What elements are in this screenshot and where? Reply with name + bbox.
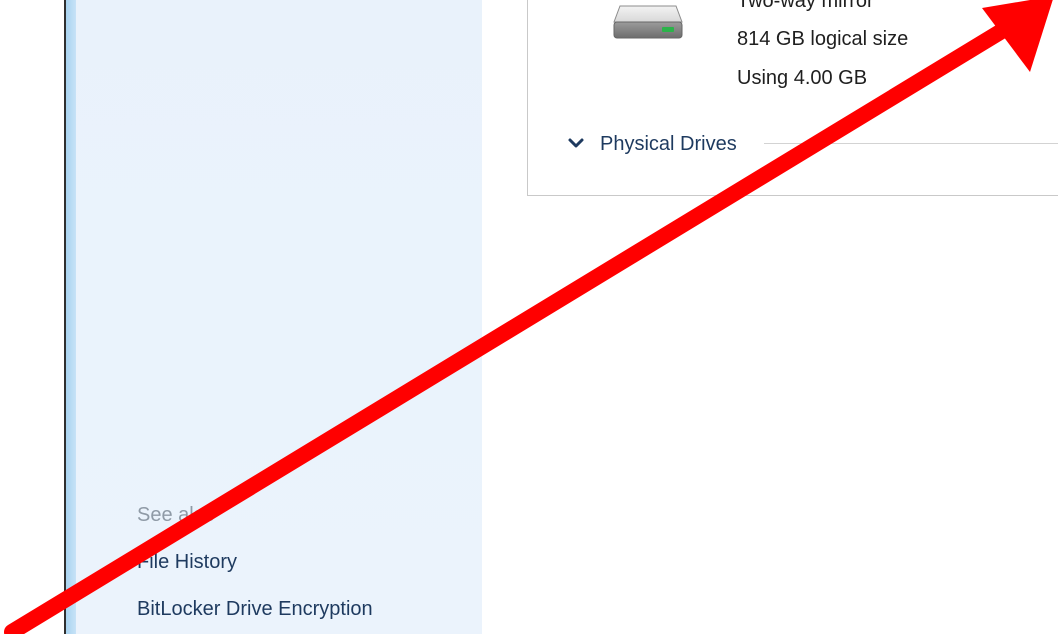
chevron-down-icon (568, 138, 584, 148)
background-edge (0, 0, 64, 634)
physical-drives-toggle[interactable]: Physical Drives (566, 130, 737, 158)
logical-size: 814 GB logical size (737, 28, 909, 50)
section-divider (764, 143, 1058, 144)
sidebar (76, 0, 482, 634)
see-also-heading: See also (137, 504, 215, 526)
resiliency-type: Two-way mirror (737, 0, 874, 12)
hard-drive-icon (613, 5, 683, 39)
window-frame (66, 0, 76, 634)
file-history-link[interactable]: File History (137, 551, 237, 574)
bitlocker-link[interactable]: BitLocker Drive Encryption (137, 598, 373, 621)
space-usage: Using 4.00 GB (737, 67, 868, 89)
physical-drives-label: Physical Drives (600, 132, 737, 155)
